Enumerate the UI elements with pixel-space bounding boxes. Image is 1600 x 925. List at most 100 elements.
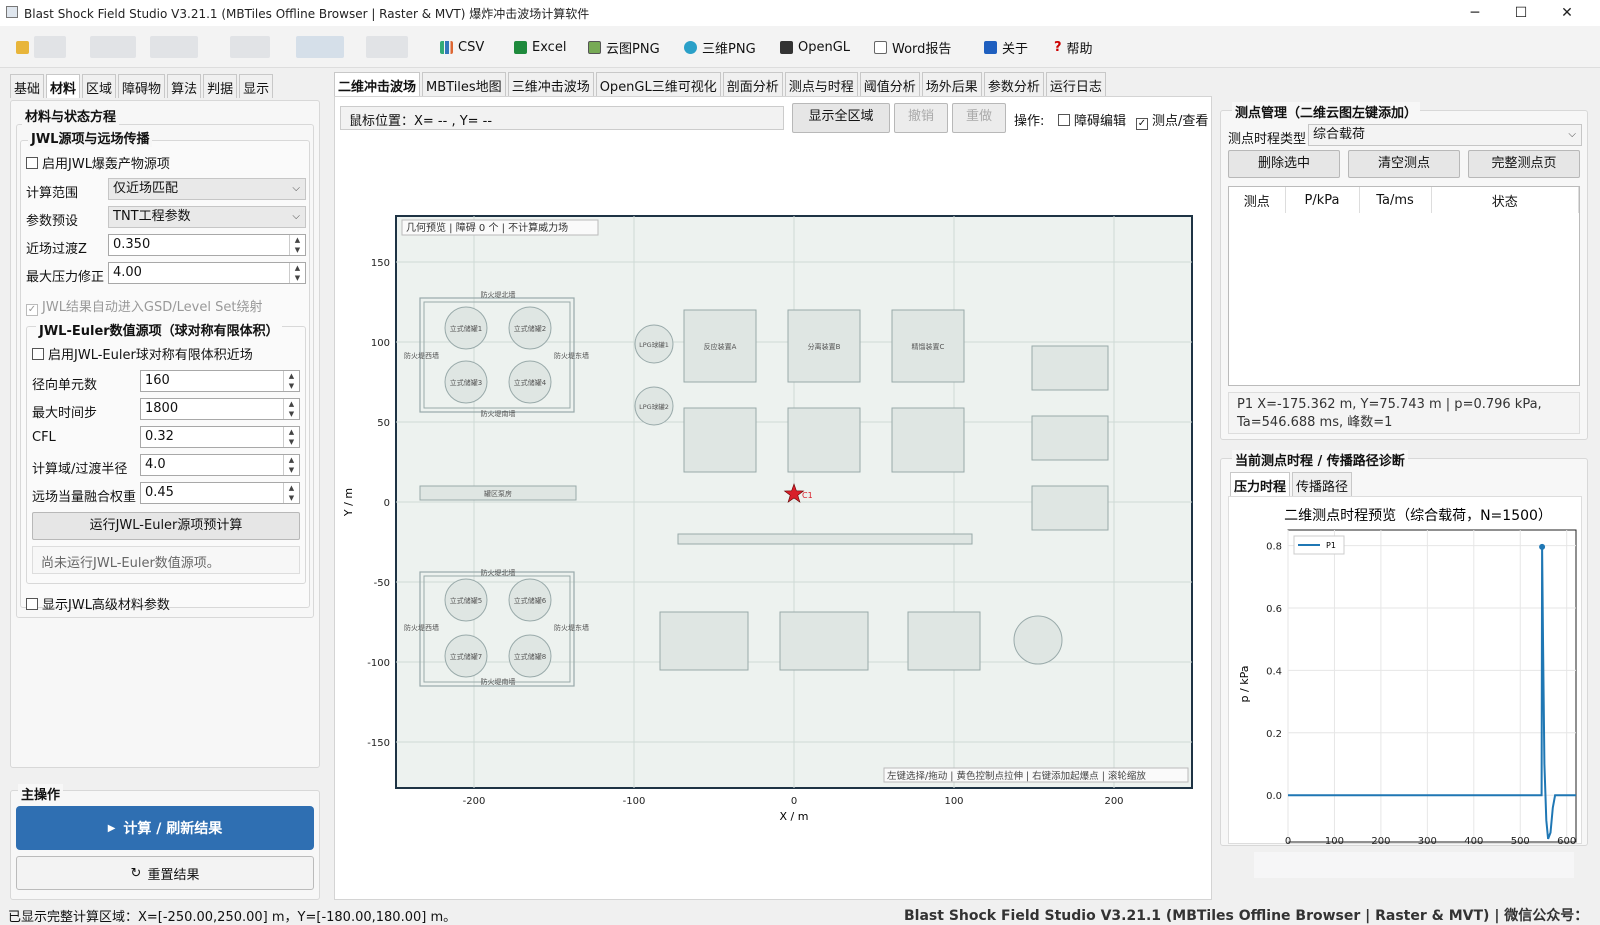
tab-obstacle[interactable]: 障碍物 (118, 74, 166, 98)
opengl-label: OpenGL (798, 39, 851, 55)
measure-type-select[interactable]: 综合载荷 ⌵ (1308, 124, 1582, 146)
tab-profile[interactable]: 剖面分析 (722, 72, 783, 96)
auto-gsd-checkbox[interactable]: ✓ JWL结果自动进入GSD/Level Set绕射 (26, 296, 262, 316)
blurred-toolbar-item (230, 36, 270, 58)
enable-euler-checkbox[interactable]: 启用JWL-Euler球对称有限体积近场 (32, 344, 253, 363)
building[interactable] (779, 611, 869, 671)
building[interactable] (1031, 485, 1109, 531)
refresh-icon: ↻ (130, 865, 142, 881)
redo-button[interactable]: 重做 (952, 103, 1006, 133)
tab-2d-field[interactable]: 二维冲击波场 (334, 72, 421, 96)
tab-basic[interactable]: 基础 (10, 74, 45, 98)
preset-select[interactable]: TNT工程参数 ⌵ (108, 206, 306, 228)
radial-label: 径向单元数 (32, 378, 98, 393)
obstacle-edit-checkbox[interactable]: 障碍编辑 (1058, 110, 1126, 129)
steps-label: 最大时间步 (32, 406, 98, 421)
full-points-page-button[interactable]: 完整测点页 (1468, 150, 1580, 178)
show-adv-checkbox[interactable]: 显示JWL高级材料参数 (26, 594, 170, 613)
show-all-button[interactable]: 显示全区域 (792, 103, 890, 133)
building[interactable] (891, 407, 965, 473)
building[interactable] (659, 611, 749, 671)
building[interactable] (787, 407, 861, 473)
building[interactable] (683, 407, 757, 473)
x-tick: -200 (463, 796, 486, 807)
near-z-input[interactable]: 0.350 ▲ ▼ (108, 234, 306, 256)
tab-region[interactable]: 区域 (82, 74, 117, 98)
maximize-button[interactable]: ☐ (1498, 2, 1544, 24)
radial-input[interactable]: 160 ▲ ▼ (140, 370, 300, 392)
run-euler-button[interactable]: 运行JWL-Euler源项预计算 (32, 512, 300, 540)
tab-offsite[interactable]: 场外后果 (921, 72, 982, 96)
calculate-button[interactable]: ▶ 计算 / 刷新结果 (16, 806, 314, 850)
tab-pressure-history[interactable]: 压力时程 (1230, 472, 1291, 496)
undo-button[interactable]: 撤销 (894, 103, 948, 133)
spin-arrows-icon[interactable]: ▲ ▼ (283, 455, 299, 475)
tab-criteria[interactable]: 判据 (203, 74, 238, 98)
spin-arrows-icon[interactable]: ▲ ▼ (289, 235, 305, 255)
steps-input[interactable]: 1800 ▲ ▼ (140, 398, 300, 420)
cloud-png-button[interactable]: 云图PNG (588, 37, 660, 57)
history-chart[interactable]: 二维测点时程预览（综合载荷，N=1500） 0.8 0.6 0.4 0.2 0.0 0 1… (1228, 500, 1582, 844)
radius-input[interactable]: 4.0 ▲ ▼ (140, 454, 300, 476)
tab-opengl[interactable]: OpenGL三维可视化 (595, 72, 721, 96)
calc-range-select[interactable]: 仅近场匹配 ⌵ (108, 178, 306, 200)
tab-algorithm[interactable]: 算法 (167, 74, 202, 98)
pipe-rack[interactable] (677, 533, 973, 545)
tab-3d-field[interactable]: 三维冲击波场 (507, 72, 594, 96)
show-adv-label: 显示JWL高级材料参数 (42, 598, 170, 613)
tab-run-log[interactable]: 运行日志 (1045, 72, 1106, 96)
word-button[interactable]: Word报告 (874, 37, 951, 57)
tab-threshold[interactable]: 阈值分析 (859, 72, 920, 96)
tank-label: 立式储罐3 (450, 378, 482, 387)
y-tick: -100 (367, 658, 390, 669)
tab-propagation-path[interactable]: 传播路径 (1292, 472, 1353, 496)
col-point[interactable]: 测点 (1229, 187, 1286, 213)
euler-status: 尚未运行JWL-Euler数值源项。 (32, 546, 300, 574)
measure-checkbox[interactable]: ✓ 测点/查看 (1136, 110, 1208, 130)
tab-measure-history[interactable]: 测点与时程 (784, 72, 858, 96)
x-tick: 200 (1104, 796, 1123, 807)
building[interactable] (1031, 415, 1109, 461)
building[interactable] (907, 611, 981, 671)
col-arrival[interactable]: Ta/ms (1359, 187, 1432, 213)
max-p-input[interactable]: 4.00 ▲ ▼ (108, 262, 306, 284)
col-pressure[interactable]: P/kPa (1285, 187, 1360, 213)
tab-material[interactable]: 材料 (46, 74, 81, 98)
enable-jwl-checkbox[interactable]: 启用JWL爆轰产物源项 (26, 153, 170, 172)
about-button[interactable]: 关于 (984, 37, 1028, 57)
opengl-button[interactable]: OpenGL (780, 37, 850, 57)
csv-button[interactable]: CSV (440, 37, 484, 57)
charge-label: C1 (802, 491, 813, 500)
spin-arrows-icon[interactable]: ▲ ▼ (283, 427, 299, 447)
building[interactable] (1031, 345, 1109, 391)
help-button[interactable]: ? 帮助 (1054, 37, 1093, 57)
round-tank[interactable] (1013, 615, 1063, 665)
close-button[interactable]: ✕ (1544, 2, 1590, 24)
cfl-input[interactable]: 0.32 ▲ ▼ (140, 426, 300, 448)
tab-display[interactable]: 显示 (239, 74, 274, 98)
spin-arrows-icon[interactable]: ▲ ▼ (283, 371, 299, 391)
clear-points-button[interactable]: 清空测点 (1348, 150, 1460, 178)
tank-label: 立式储罐1 (450, 324, 482, 333)
field-plot[interactable]: 防火堤北墙 防火堤南墙 防火堤西墙 防火堤东墙 立式储罐1 立式储罐2 立式储罐… (340, 200, 1206, 840)
spin-arrows-icon[interactable]: ▲ ▼ (283, 399, 299, 419)
tab-mbtiles[interactable]: MBTiles地图 (422, 72, 506, 96)
wall-label: 防火堤北墙 (481, 290, 516, 299)
chevron-down-icon: ⌵ (292, 211, 300, 222)
spin-arrows-icon[interactable]: ▲ ▼ (289, 263, 305, 283)
blurred-area (1254, 852, 1574, 878)
delete-selected-button[interactable]: 删除选中 (1228, 150, 1340, 178)
tab-param-analysis[interactable]: 参数分析 (983, 72, 1044, 96)
excel-button[interactable]: Excel (514, 37, 566, 57)
x-tick: 500 (1511, 836, 1530, 844)
measure-type-value: 综合载荷 (1313, 127, 1366, 142)
minimize-button[interactable]: ─ (1452, 2, 1498, 24)
info-icon (984, 40, 997, 54)
png3d-button[interactable]: 三维PNG (684, 37, 756, 57)
col-status[interactable]: 状态 (1431, 187, 1579, 213)
weight-input[interactable]: 0.45 ▲ ▼ (140, 482, 300, 504)
points-table[interactable]: 测点 P/kPa Ta/ms 状态 (1228, 186, 1580, 386)
open-button[interactable] (16, 37, 29, 57)
reset-button[interactable]: ↻ 重置结果 (16, 856, 314, 890)
spin-arrows-icon[interactable]: ▲ ▼ (283, 483, 299, 503)
